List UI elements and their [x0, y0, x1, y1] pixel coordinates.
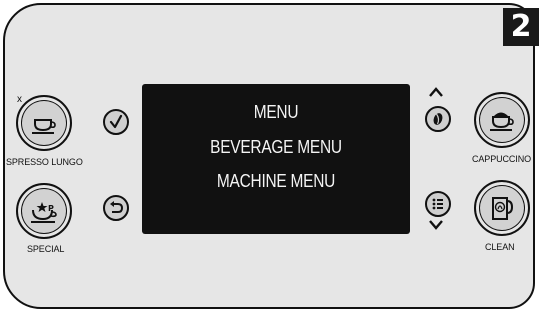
special-label: SPECIAL: [27, 244, 65, 254]
cup-icon: [32, 119, 56, 134]
back-button[interactable]: [103, 195, 129, 221]
espresso-lungo-label: SPRESSO LUNGO: [6, 157, 83, 167]
espresso-lungo-button[interactable]: [16, 95, 72, 151]
back-arrow-icon: [110, 201, 124, 213]
chevron-down-icon[interactable]: [428, 219, 444, 231]
menu-list-icon: [432, 198, 443, 210]
menu-button[interactable]: [425, 191, 451, 217]
display-screen: MENU BEVERAGE MENU MACHINE MENU: [142, 84, 410, 234]
display-line-beverage-menu[interactable]: BEVERAGE MENU: [161, 135, 391, 159]
cappuccino-label: CAPPUCCINO: [472, 154, 532, 164]
special-button[interactable]: P: [16, 183, 72, 239]
checkmark-icon: [109, 114, 123, 129]
step-number-badge: 2: [503, 8, 539, 46]
coffee-bean-icon: [433, 113, 443, 125]
chevron-up-icon[interactable]: [428, 86, 444, 98]
jug-icon: [492, 197, 514, 220]
clean-label: CLEAN: [485, 242, 515, 252]
svg-text:P: P: [48, 204, 54, 213]
display-line-menu[interactable]: MENU: [161, 100, 391, 124]
clean-button[interactable]: [474, 180, 530, 236]
aroma-button[interactable]: [425, 106, 451, 132]
ok-button[interactable]: [103, 109, 129, 135]
cappuccino-cup-icon: [490, 112, 514, 131]
display-line-machine-menu[interactable]: MACHINE MENU: [161, 169, 391, 193]
cappuccino-button[interactable]: [474, 92, 530, 148]
star-cup-icon: P: [31, 202, 57, 223]
